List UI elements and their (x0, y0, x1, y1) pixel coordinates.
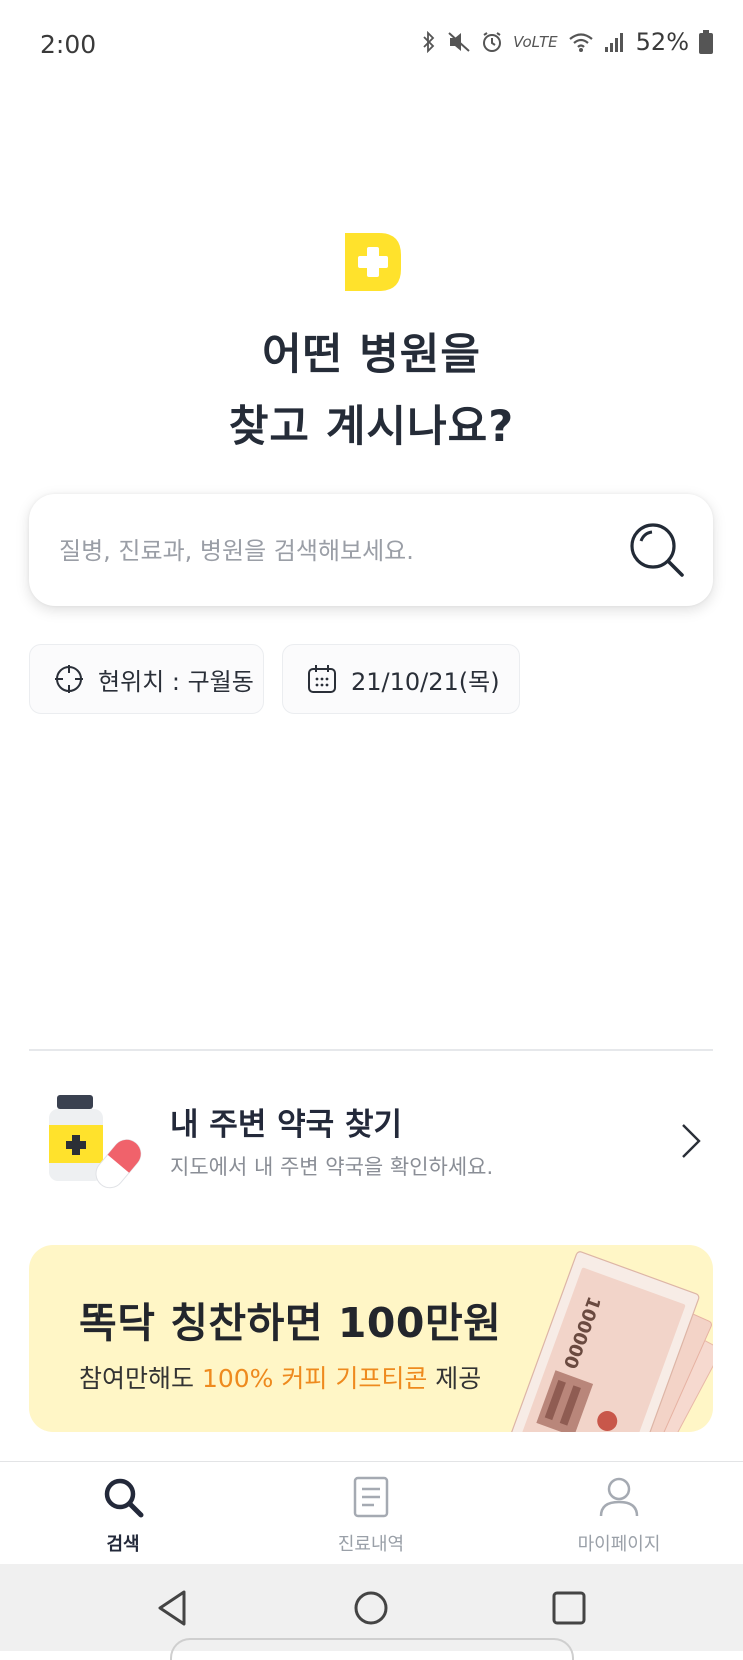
status-bar: 2:00 VoLTE 52% (0, 0, 743, 92)
back-icon[interactable] (150, 1584, 198, 1632)
nav-history-label: 진료내역 (337, 1534, 405, 1555)
system-nav-bar (0, 1564, 743, 1660)
date-chip[interactable]: 21/10/21(목) (282, 644, 520, 714)
banner-sub-highlight: 100% 커피 기프티콘 (201, 1364, 428, 1393)
status-icons: VoLTE 52% (421, 28, 713, 56)
headline-line1: 어떤 병원을 (262, 330, 481, 380)
battery-percent: 52% (635, 28, 689, 56)
chevron-right-icon (682, 1124, 701, 1158)
nav-mypage[interactable]: 마이페이지 (539, 1462, 699, 1565)
banner-sub-suffix: 제공 (427, 1364, 482, 1393)
app-logo (345, 233, 401, 291)
pharmacy-subtitle: 지도에서 내 주변 약국을 확인하세요. (170, 1155, 494, 1179)
money-bills-illustration: 100000 (506, 1251, 713, 1432)
search-input[interactable] (57, 524, 621, 578)
nav-search[interactable]: 검색 (43, 1462, 203, 1565)
calendar-icon (308, 665, 336, 693)
signal-icon (604, 33, 623, 52)
date-label: 21/10/21(목) (351, 667, 500, 696)
crosshair-icon (55, 665, 83, 693)
promo-banner[interactable]: 똑닥 칭찬하면 100만원 참여만해도 100% 커피 기프티콘 제공 1000… (29, 1245, 713, 1432)
battery-icon (699, 30, 713, 54)
banner-title: 똑닥 칭찬하면 100만원 (79, 1299, 502, 1347)
gesture-handle (170, 1638, 574, 1660)
nav-history[interactable]: 진료내역 (291, 1462, 451, 1565)
pharmacy-title: 내 주변 약국 찾기 (170, 1107, 403, 1143)
wifi-icon (568, 33, 593, 52)
home-icon[interactable] (347, 1584, 395, 1632)
headline-line2: 찾고 계시나요? (228, 402, 515, 452)
alarm-icon (483, 32, 502, 52)
medicine-bottle-icon (49, 1095, 142, 1189)
bluetooth-icon (423, 31, 435, 53)
person-icon (599, 1477, 639, 1517)
location-label: 현위치 : 구월동 (98, 667, 254, 696)
document-icon (353, 1476, 389, 1518)
search-icon[interactable] (629, 522, 685, 578)
bottom-nav: 검색 진료내역 마이페이지 (0, 1461, 743, 1565)
divider (29, 1049, 713, 1051)
nav-search-label: 검색 (106, 1534, 140, 1555)
mute-icon (448, 32, 470, 52)
location-chip[interactable]: 현위치 : 구월동 (29, 644, 264, 714)
recents-icon[interactable] (545, 1584, 593, 1632)
banner-subtitle: 참여만해도 100% 커피 기프티콘 제공 (79, 1359, 481, 1395)
banner-sub-prefix: 참여만해도 (79, 1364, 202, 1393)
nav-mypage-label: 마이페이지 (577, 1534, 661, 1555)
volte-text: VoLTE (513, 33, 558, 51)
status-time: 2:00 (40, 30, 97, 59)
search-box (29, 494, 713, 606)
nearby-pharmacy-link[interactable]: 내 주변 약국 찾기 지도에서 내 주변 약국을 확인하세요. (29, 1085, 713, 1195)
search-icon (104, 1478, 144, 1518)
